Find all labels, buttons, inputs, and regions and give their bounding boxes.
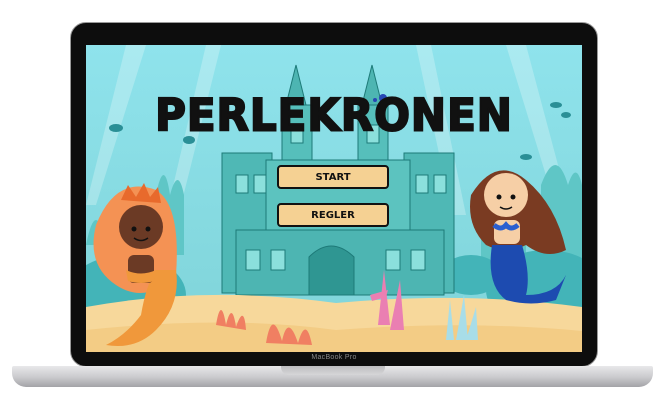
laptop-brand-label: MacBook Pro <box>311 354 357 361</box>
laptop-notch <box>281 366 385 375</box>
rules-button[interactable]: REGLER <box>277 203 389 227</box>
start-button[interactable]: START <box>277 165 389 189</box>
game-title: PERLEKRONEN <box>154 89 513 143</box>
game-screen: PERLEKRONEN START REGLER <box>86 45 582 352</box>
laptop: PERLEKRONEN START REGLER MacBook Pro <box>0 0 665 401</box>
